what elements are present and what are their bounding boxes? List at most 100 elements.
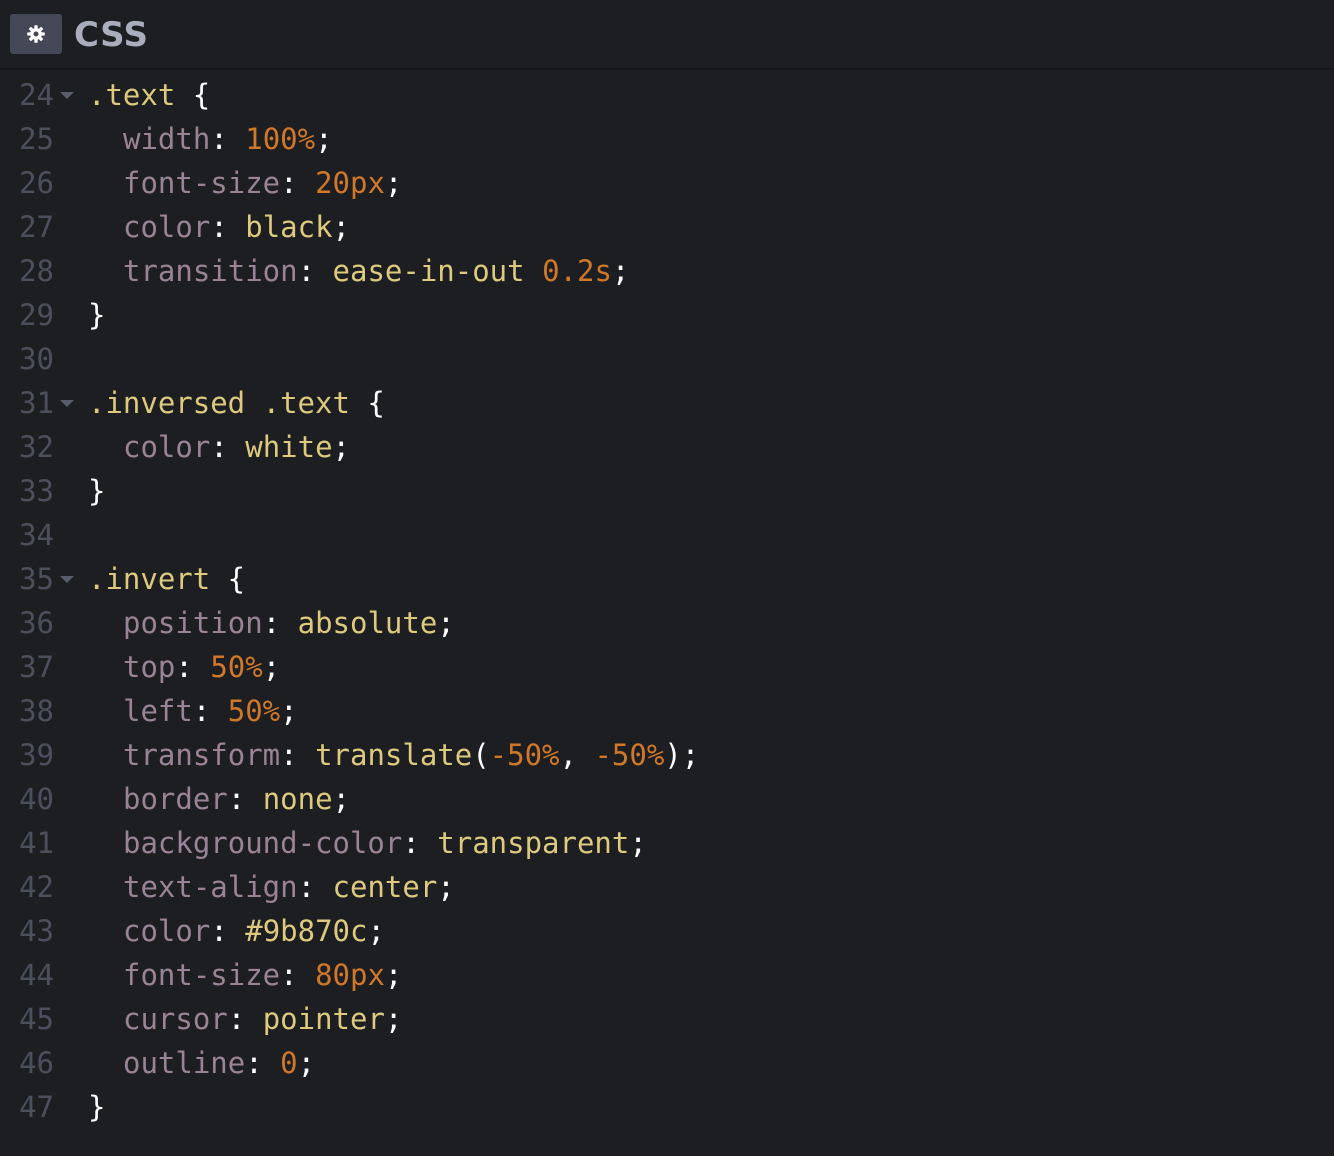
css-punctuation: ; [437, 606, 455, 640]
settings-button[interactable] [10, 14, 62, 54]
code-line[interactable]: 46 outline: 0; [0, 1041, 1334, 1085]
code-line[interactable]: 40 border: none; [0, 777, 1334, 821]
css-punctuation: : [280, 738, 316, 772]
css-punctuation: : [227, 782, 263, 816]
css-punctuation: : [280, 958, 316, 992]
css-number: 80px [315, 958, 385, 992]
code-content: .text { [88, 73, 210, 117]
line-number: 44 [19, 958, 54, 992]
css-selector: .text [88, 78, 176, 112]
css-property: top [123, 650, 176, 684]
code-line[interactable]: 43 color: #9b870c; [0, 909, 1334, 953]
code-line[interactable]: 42 text-align: center; [0, 865, 1334, 909]
code-line[interactable]: 34 [0, 513, 1334, 557]
code-content: background-color: transparent; [88, 821, 647, 865]
css-selector: .text [262, 386, 350, 420]
css-property: color [123, 914, 211, 948]
css-number: 50% [227, 694, 281, 728]
line-number: 24 [19, 78, 54, 112]
line-number: 40 [19, 782, 54, 816]
code-line[interactable]: 47} [0, 1085, 1334, 1129]
code-content: cursor: pointer; [88, 997, 402, 1041]
code-content: .invert { [88, 557, 245, 601]
code-content: color: white; [88, 425, 350, 469]
line-number: 37 [19, 650, 54, 684]
css-punctuation: { [349, 386, 385, 420]
fold-arrow-icon[interactable] [60, 92, 74, 99]
line-number: 46 [19, 1046, 54, 1080]
code-content: transform: translate(-50%, -50%); [88, 733, 699, 777]
code-line[interactable]: 38 left: 50%; [0, 689, 1334, 733]
css-punctuation: ; [332, 210, 351, 244]
css-punctuation: { [175, 78, 211, 112]
css-number: -50% [594, 738, 665, 772]
code-content: } [88, 469, 105, 513]
css-punctuation: ; [262, 650, 281, 684]
css-number: 0 [280, 1046, 298, 1080]
line-number: 43 [19, 914, 54, 948]
code-line[interactable]: 41 background-color: transparent; [0, 821, 1334, 865]
css-number: 0.2s [542, 254, 612, 288]
css-property: transition [123, 254, 298, 288]
code-content: top: 50%; [88, 645, 280, 689]
code-line[interactable]: 24 .text { [0, 73, 1334, 117]
code-content: color: black; [88, 205, 350, 249]
code-content: text-align: center; [88, 865, 455, 909]
code-line[interactable]: 29} [0, 293, 1334, 337]
line-number: 25 [19, 122, 54, 156]
code-content: transition: ease-in-out 0.2s; [88, 249, 629, 293]
css-value: #9b870c [245, 914, 368, 948]
css-punctuation: : [227, 1002, 263, 1036]
code-line[interactable]: 35 .invert { [0, 557, 1334, 601]
css-punctuation: : [262, 606, 298, 640]
css-property: transform [123, 738, 281, 772]
line-number: 41 [19, 826, 54, 860]
code-line[interactable]: 30 [0, 337, 1334, 381]
css-punctuation: : [175, 650, 211, 684]
editor-header: CSS [0, 0, 1334, 70]
css-punctuation: : [192, 694, 228, 728]
line-number: 34 [19, 518, 54, 552]
code-line[interactable]: 37 top: 50%; [0, 645, 1334, 689]
code-line[interactable]: 26 font-size: 20px; [0, 161, 1334, 205]
css-punctuation: ); [664, 738, 700, 772]
css-punctuation: } [88, 298, 106, 332]
css-value: none [262, 782, 333, 816]
css-punctuation: : [402, 826, 438, 860]
code-line[interactable]: 25 width: 100%; [0, 117, 1334, 161]
code-area[interactable]: 24 .text {25 width: 100%; 26 font-size: 20px… [0, 73, 1334, 1129]
fold-arrow-icon[interactable] [60, 576, 74, 583]
css-selector: .invert [88, 562, 211, 596]
code-content: } [88, 1085, 105, 1129]
css-punctuation: : [210, 210, 246, 244]
line-number: 33 [19, 474, 54, 508]
css-punctuation: ( [472, 738, 490, 772]
code-line[interactable]: 39 transform: translate(-50%, -50%); [0, 733, 1334, 777]
css-property: background-color [123, 826, 403, 860]
css-property: left [123, 694, 193, 728]
css-value: absolute [297, 606, 438, 640]
css-number: 50% [210, 650, 263, 684]
code-line[interactable]: 33} [0, 469, 1334, 513]
code-line[interactable]: 44 font-size: 80px; [0, 953, 1334, 997]
css-punctuation: ; [367, 914, 385, 948]
css-punctuation: : [210, 430, 246, 464]
css-value: ease-in-out [332, 254, 525, 288]
css-property: width [123, 122, 211, 156]
code-line[interactable]: 36 position: absolute; [0, 601, 1334, 645]
css-property: cursor [123, 1002, 228, 1036]
css-property: border [123, 782, 228, 816]
line-number: 38 [19, 694, 54, 728]
css-value: center [332, 870, 438, 904]
code-line[interactable]: 45 cursor: pointer; [0, 997, 1334, 1041]
code-line[interactable]: 27 color: black; [0, 205, 1334, 249]
code-line[interactable]: 32 color: white; [0, 425, 1334, 469]
line-number: 30 [19, 342, 54, 376]
fold-arrow-icon[interactable] [60, 400, 74, 407]
line-number: 35 [19, 562, 54, 596]
css-punctuation: ; [384, 958, 403, 992]
code-line[interactable]: 28 transition: ease-in-out 0.2s; [0, 249, 1334, 293]
code-line[interactable]: 31 .inversed .text { [0, 381, 1334, 425]
css-punctuation: : [297, 870, 333, 904]
line-number: 26 [19, 166, 54, 200]
